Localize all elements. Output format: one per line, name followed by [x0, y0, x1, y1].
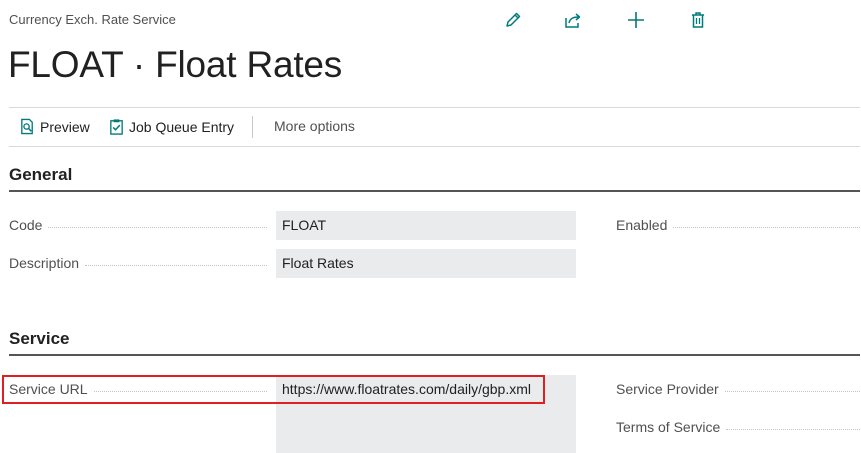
preview-icon: [21, 118, 33, 135]
plus-icon: [628, 12, 644, 28]
toolbar-separator: [252, 116, 253, 138]
preview-label: Preview: [40, 118, 90, 135]
section-divider: [9, 190, 860, 192]
terms-of-service-label: Terms of Service: [616, 419, 860, 435]
job-queue-entry-label: Job Queue Entry: [129, 118, 235, 135]
service-provider-label: Service Provider: [616, 381, 860, 397]
code-label: Code: [9, 217, 267, 233]
delete-button[interactable]: [686, 8, 710, 32]
job-queue-entry-button[interactable]: Job Queue Entry: [108, 118, 234, 135]
description-label: Description: [9, 255, 267, 271]
trash-icon: [692, 12, 704, 28]
page-title: FLOAT · Float Rates: [8, 44, 343, 85]
section-divider: [9, 354, 860, 356]
share-button[interactable]: [561, 8, 585, 32]
highlight-box: [2, 375, 545, 404]
divider: [9, 146, 860, 147]
code-field[interactable]: FLOAT: [276, 211, 576, 240]
share-icon: [565, 13, 581, 28]
enabled-label: Enabled: [616, 217, 860, 233]
divider: [9, 107, 860, 108]
new-button[interactable]: [624, 8, 648, 32]
section-general-title: General: [9, 165, 73, 184]
clipboard-check-icon: [110, 119, 123, 135]
breadcrumb: Currency Exch. Rate Service: [9, 12, 176, 27]
preview-button[interactable]: Preview: [19, 118, 90, 135]
edit-button[interactable]: [501, 8, 525, 32]
action-bar: Preview Job Queue Entry More options: [9, 112, 860, 144]
section-service-title: Service: [9, 329, 70, 348]
pencil-icon: [506, 12, 521, 27]
description-field[interactable]: Float Rates: [276, 249, 576, 278]
more-options-button[interactable]: More options: [274, 118, 355, 134]
